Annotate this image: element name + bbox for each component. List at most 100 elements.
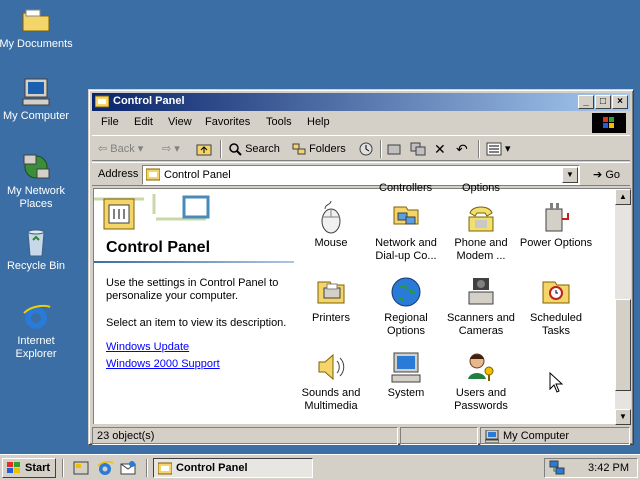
windows-2000-support-link[interactable]: Windows 2000 Support	[106, 358, 220, 370]
show-desktop-icon[interactable]	[72, 459, 90, 477]
quicklaunch-separator	[146, 459, 148, 477]
undo-button[interactable]: ↶	[456, 140, 468, 158]
start-button[interactable]: Start	[2, 458, 56, 478]
menu-favorites[interactable]: Favorites	[205, 116, 250, 128]
views-button[interactable]: ▾	[486, 140, 511, 158]
network-icon	[23, 154, 50, 179]
taskbar-button-label: Control Panel	[176, 462, 248, 474]
scanner-camera-icon	[468, 278, 494, 305]
go-button[interactable]: ➔ Go	[593, 168, 620, 181]
item-label: Sounds and Multimedia	[301, 387, 361, 412]
go-arrow-icon: ➔	[593, 169, 603, 181]
item-users-and-passwords[interactable]: Users and Passwords	[442, 349, 520, 413]
desktop-icon-recycle-bin[interactable]: Recycle Bin	[0, 226, 76, 273]
item-label: System	[387, 387, 425, 399]
pane-description: Use the settings in Control Panel to per…	[106, 277, 279, 302]
toolbar-separator	[380, 140, 382, 158]
minimize-button[interactable]: _	[578, 95, 594, 109]
taskbar-button-control-panel[interactable]: Control Panel	[153, 458, 313, 478]
copy-to-button[interactable]	[410, 140, 426, 158]
internet-explorer-icon[interactable]	[96, 459, 114, 477]
desktop-icon-internet-explorer[interactable]: Internet Explorer	[0, 301, 76, 361]
desktop-icon-my-documents[interactable]: My Documents	[0, 4, 76, 51]
menu-tools[interactable]: Tools	[266, 116, 292, 128]
item-mouse[interactable]: Mouse	[292, 199, 370, 250]
item-system[interactable]: System	[367, 349, 445, 400]
scheduled-tasks-icon	[542, 281, 570, 304]
address-dropdown-button[interactable]: ▼	[562, 167, 578, 183]
menu-edit[interactable]: Edit	[134, 116, 153, 128]
history-button[interactable]	[358, 140, 374, 158]
network-connections-icon	[393, 206, 419, 225]
title-bar[interactable]: Control Panel _ □ ×	[92, 93, 630, 111]
desktop-icon-my-network-places[interactable]: My Network Places	[0, 151, 76, 211]
title-divider	[94, 261, 294, 263]
folders-label: Folders	[309, 143, 346, 155]
phone-icon	[468, 206, 494, 232]
quicklaunch-separator	[62, 459, 64, 477]
views-icon	[486, 142, 502, 156]
partial-item-label: Options	[462, 182, 500, 194]
mouse-cursor-icon	[549, 372, 563, 393]
desktop-icon-my-computer[interactable]: My Computer	[0, 76, 76, 123]
back-arrow-icon: ⇦	[98, 143, 108, 155]
item-sounds-and-multimedia[interactable]: Sounds and Multimedia	[292, 349, 370, 413]
my-computer-zone-icon	[485, 430, 499, 443]
delete-icon: ✕	[434, 141, 446, 157]
item-scheduled-tasks[interactable]: Scheduled Tasks	[517, 274, 595, 338]
address-field[interactable]: Control Panel ▼	[142, 165, 580, 185]
pane-instruction: Select an item to view its description.	[106, 317, 287, 329]
history-icon	[359, 142, 373, 156]
network-tray-icon[interactable]	[549, 460, 565, 476]
clock[interactable]: 3:42 PM	[588, 462, 629, 474]
vertical-scrollbar[interactable]: ▲ ▼	[615, 189, 631, 425]
forward-arrow-icon: ⇨	[162, 143, 172, 155]
search-button[interactable]: Search	[228, 140, 280, 158]
item-label: Scanners and Cameras	[447, 312, 515, 337]
item-printers[interactable]: Printers	[292, 274, 370, 325]
menu-view[interactable]: View	[168, 116, 192, 128]
pane-title: Control Panel	[106, 239, 211, 256]
zone-label: My Computer	[503, 430, 570, 442]
status-bar: 23 object(s) My Computer	[92, 427, 630, 445]
mouse-icon	[321, 200, 341, 234]
go-label: Go	[605, 169, 620, 181]
status-empty-panel	[400, 427, 478, 445]
close-button[interactable]: ×	[612, 95, 628, 109]
control-panel-banner-icon	[94, 194, 210, 230]
item-regional-options[interactable]: Regional Options	[367, 274, 445, 338]
back-label: Back	[110, 143, 135, 155]
delete-button[interactable]: ✕	[434, 140, 446, 158]
item-label: Users and Passwords	[454, 387, 508, 412]
item-power-options[interactable]: Power Options	[517, 199, 595, 250]
up-folder-button[interactable]	[196, 140, 212, 158]
item-scanners-and-cameras[interactable]: Scanners and Cameras	[442, 274, 520, 338]
item-phone-and-modem[interactable]: Phone and Modem ...	[442, 199, 520, 263]
maximize-button[interactable]: □	[595, 95, 611, 109]
outlook-express-icon[interactable]	[119, 459, 137, 477]
power-plug-icon	[545, 203, 569, 232]
item-label: Printers	[312, 312, 350, 324]
users-key-icon	[468, 353, 494, 381]
forward-button[interactable]: ⇨ ▾	[162, 140, 180, 158]
back-button[interactable]: ⇦ Back ▾	[98, 140, 143, 158]
menu-help[interactable]: Help	[307, 116, 330, 128]
windows-update-link[interactable]: Windows Update	[106, 341, 189, 353]
scrollbar-thumb[interactable]	[615, 299, 631, 391]
speaker-icon	[318, 353, 345, 381]
item-label: Phone and Modem ...	[454, 237, 508, 262]
taskbar: Start Control Panel 3:42 PM	[0, 454, 640, 480]
window-title: Control Panel	[113, 95, 185, 107]
scroll-up-button[interactable]: ▲	[615, 189, 631, 205]
desktop-icon-label: Recycle Bin	[6, 260, 66, 272]
up-folder-icon	[196, 144, 212, 156]
menu-file[interactable]: File	[101, 116, 119, 128]
toolbar: ⇦ Back ▾ ⇨ ▾ Search Folders ✕ ↶ ▾	[92, 135, 630, 161]
scroll-down-button[interactable]: ▼	[615, 409, 631, 425]
move-to-button[interactable]	[386, 140, 402, 158]
item-network-and-dialup[interactable]: Network and Dial-up Co...	[367, 199, 445, 263]
folders-button[interactable]: Folders	[292, 140, 346, 158]
windows-logo-icon	[592, 113, 626, 133]
address-value: Control Panel	[164, 169, 231, 181]
recycle-bin-icon	[27, 229, 45, 257]
